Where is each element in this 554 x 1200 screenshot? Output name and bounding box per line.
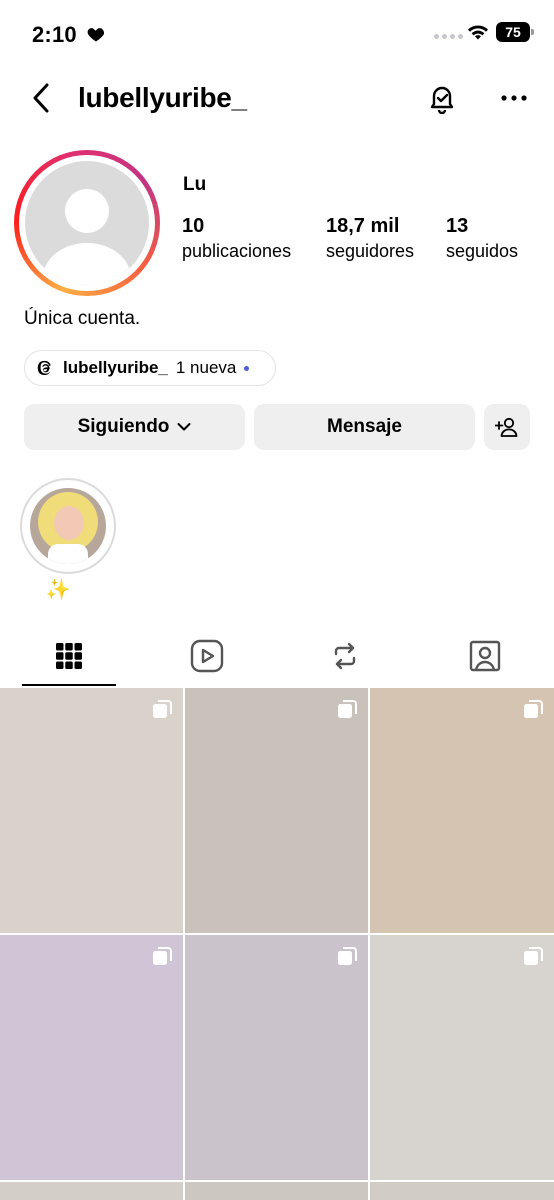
- threads-icon: [37, 360, 51, 376]
- grid-icon: [56, 643, 82, 669]
- post-thumbnail[interactable]: [185, 688, 368, 933]
- post-thumbnail[interactable]: [185, 935, 368, 1180]
- avatar-story-ring[interactable]: [14, 150, 160, 296]
- heart-icon: [87, 28, 105, 42]
- message-button[interactable]: Mensaje: [254, 404, 475, 450]
- stat-value: 18,7 mil: [326, 215, 400, 237]
- post-placeholder: [370, 935, 554, 1180]
- battery-level: 75: [496, 22, 530, 42]
- multiple-posts-icon: [338, 947, 357, 965]
- following-button-label: Siguiendo: [77, 416, 170, 437]
- wifi-icon: [468, 25, 488, 40]
- back-button[interactable]: [24, 80, 58, 116]
- page-title: lubellyuribe_: [78, 82, 247, 113]
- post-placeholder: [370, 1182, 554, 1200]
- posts-grid: [0, 688, 554, 1200]
- cellular-signal-icon: [434, 34, 463, 39]
- multiple-posts-icon: [524, 947, 543, 965]
- notifications-button[interactable]: [422, 78, 462, 118]
- stat-followers[interactable]: 18,7 mil seguidores: [326, 214, 414, 264]
- stat-label: seguidos: [446, 241, 519, 261]
- highlight-cover: [30, 488, 106, 564]
- avatar: [25, 161, 149, 285]
- post-thumbnail[interactable]: [0, 1182, 183, 1200]
- add-user-icon: [495, 417, 518, 437]
- post-thumbnail[interactable]: [0, 935, 183, 1180]
- profile-header: lubellyuribe_: [0, 68, 554, 130]
- stat-posts[interactable]: 10 publicaciones: [182, 214, 291, 264]
- stat-label: seguidores: [326, 241, 415, 261]
- tab-reposts[interactable]: [276, 626, 414, 686]
- unread-dot: [244, 365, 250, 371]
- chevron-left-icon: [33, 83, 49, 113]
- bell-check-icon: [430, 86, 454, 114]
- threads-new-badge: 1 nueva: [175, 358, 237, 377]
- stat-label: publicaciones: [182, 241, 292, 261]
- profile-tabs: [0, 626, 554, 688]
- highlight-label: ✨: [45, 579, 71, 601]
- post-placeholder: [185, 935, 368, 1180]
- post-placeholder: [0, 688, 183, 933]
- status-time: 2:10: [32, 22, 77, 47]
- threads-handle: lubellyuribe_: [63, 358, 168, 377]
- suggested-users-button[interactable]: [484, 404, 530, 450]
- post-thumbnail[interactable]: [185, 1182, 368, 1200]
- status-bar: 2:10 75: [0, 0, 554, 68]
- post-thumbnail[interactable]: [370, 935, 554, 1180]
- stat-value: 13: [446, 215, 469, 237]
- multiple-posts-icon: [153, 700, 172, 718]
- tagged-icon: [469, 640, 501, 672]
- ellipsis-icon: [501, 95, 527, 101]
- chevron-down-icon: [177, 423, 191, 431]
- multiple-posts-icon: [153, 947, 172, 965]
- story-highlight[interactable]: [20, 478, 116, 574]
- post-placeholder: [370, 688, 554, 933]
- bio-text: Única cuenta.: [24, 308, 141, 329]
- active-tab-indicator: [22, 684, 116, 686]
- threads-link-button[interactable]: lubellyuribe_ 1 nueva: [24, 350, 276, 386]
- post-thumbnail[interactable]: [370, 688, 554, 933]
- tab-posts-grid[interactable]: [0, 626, 138, 686]
- following-button[interactable]: Siguiendo: [24, 404, 245, 450]
- post-placeholder: [185, 1182, 368, 1200]
- more-options-button[interactable]: [494, 78, 534, 118]
- post-placeholder: [185, 688, 368, 933]
- tab-reels[interactable]: [138, 626, 276, 686]
- tab-tagged[interactable]: [416, 626, 554, 686]
- message-button-label: Mensaje: [327, 416, 402, 437]
- post-thumbnail[interactable]: [0, 688, 183, 933]
- multiple-posts-icon: [524, 700, 543, 718]
- post-thumbnail[interactable]: [370, 1182, 554, 1200]
- post-placeholder: [0, 935, 183, 1180]
- post-placeholder: [0, 1182, 183, 1200]
- stat-following[interactable]: 13 seguidos: [446, 214, 518, 264]
- multiple-posts-icon: [338, 700, 357, 718]
- battery-icon: 75: [496, 22, 534, 42]
- reels-icon: [190, 639, 224, 673]
- reposts-icon: [334, 642, 356, 670]
- display-name: Lu: [183, 174, 207, 195]
- stat-value: 10: [182, 215, 205, 237]
